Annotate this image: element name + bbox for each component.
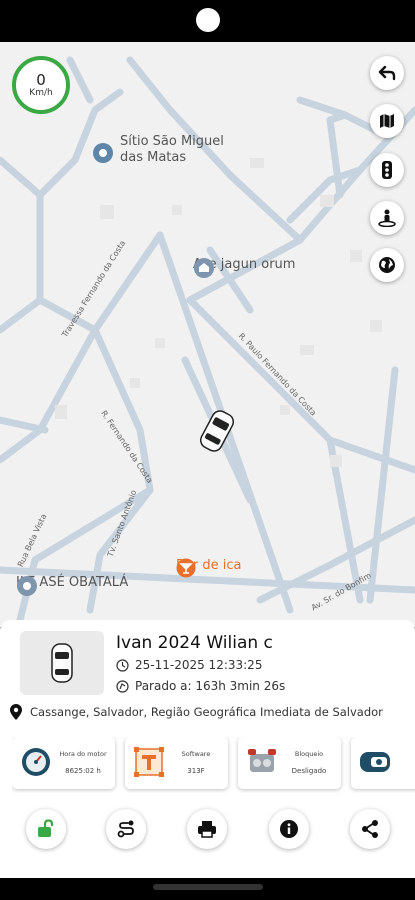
card-value: Desligado (291, 767, 327, 775)
card-label: PO (395, 750, 415, 758)
vehicle-name: Ivan 2024 Wilian c (116, 633, 273, 653)
phone-frame: Sítio São Miguel das Matas Ase jagun oru… (0, 0, 415, 900)
poi-label-line2: das Matas (120, 150, 187, 165)
back-icon (378, 65, 396, 81)
street-view-button[interactable] (370, 201, 404, 235)
poi-pin-icon (93, 143, 113, 163)
card-label: Bloqueio (294, 750, 324, 758)
location-pin-icon (10, 704, 22, 720)
battery-icon (360, 752, 390, 772)
poi-bar-de-ica[interactable]: Bar de ica (176, 558, 241, 578)
vehicle-panel: Ivan 2024 Wilian c 25-11-2025 12:33:25 P… (0, 620, 415, 878)
poi-ase-jagun[interactable]: Ase jagun orum (193, 257, 295, 278)
share-icon (362, 820, 378, 838)
parked-icon (116, 679, 129, 693)
card-software[interactable]: Software 313F (125, 737, 228, 789)
unlock-button[interactable] (26, 809, 66, 849)
home-indicator[interactable] (153, 884, 263, 890)
card-value: De (395, 767, 415, 775)
car-icon (51, 643, 73, 683)
street-view-icon (378, 209, 396, 227)
card-value: 313F (187, 767, 205, 775)
worship-pin-icon (194, 258, 214, 278)
card-power[interactable]: PO De (351, 737, 415, 789)
map-type-button[interactable] (370, 104, 404, 138)
address-text: Cassange, Salvador, Região Geográfica Im… (30, 705, 383, 719)
map-view[interactable]: Sítio São Miguel das Matas Ase jagun oru… (0, 42, 415, 627)
status-bar (0, 0, 415, 42)
unlock-icon (38, 819, 54, 837)
card-value: 8625:02 h (65, 767, 101, 775)
print-icon (198, 821, 216, 838)
poi-ile-ase-obatala[interactable]: ILE ASÉ OBATALÁ (16, 575, 128, 596)
card-engine-hours[interactable]: Hora do motor 8625:02 h (12, 737, 115, 789)
share-button[interactable] (350, 809, 390, 849)
engine-block-icon (248, 749, 276, 772)
camera-cutout (196, 8, 220, 32)
gauge-icon (22, 748, 50, 776)
traffic-button[interactable] (370, 153, 404, 187)
map-icon (380, 114, 394, 128)
card-engine-block[interactable]: Bloqueio Desligado (238, 737, 341, 789)
traffic-light-icon (382, 161, 392, 179)
satellite-button[interactable] (370, 248, 404, 282)
vehicle-stopped: Parado a: 163h 3min 26s (116, 679, 285, 693)
card-label: Hora do motor (59, 750, 107, 758)
speedometer: 0 Km/h (12, 56, 70, 114)
bar-pin-icon (176, 558, 196, 578)
stopped-text: Parado a: 163h 3min 26s (135, 679, 286, 693)
poi-sitio-sao-miguel[interactable]: Sítio São Miguel das Matas (92, 134, 224, 166)
timestamp-text: 25-11-2025 12:33:25 (135, 658, 263, 672)
speed-unit: Km/h (29, 88, 53, 98)
info-cards: Hora do motor 8625:02 h Software 313F Bl… (12, 737, 415, 793)
vehicle-timestamp: 25-11-2025 12:33:25 (116, 658, 262, 672)
print-button[interactable] (187, 809, 227, 849)
poi-label-line1: Sítio São Miguel (120, 134, 224, 149)
info-button[interactable] (269, 809, 309, 849)
vehicle-address: Cassange, Salvador, Região Geográfica Im… (10, 704, 383, 720)
info-icon (280, 820, 298, 838)
vehicle-thumbnail (20, 631, 104, 695)
globe-icon (379, 257, 395, 273)
software-icon (134, 747, 164, 777)
card-label: Software (181, 750, 211, 758)
clock-icon (116, 658, 129, 672)
speed-value: 0 (36, 71, 46, 89)
back-button[interactable] (370, 56, 404, 90)
route-button[interactable] (106, 809, 146, 849)
poi-pin-icon (17, 576, 37, 596)
route-icon (117, 820, 134, 838)
